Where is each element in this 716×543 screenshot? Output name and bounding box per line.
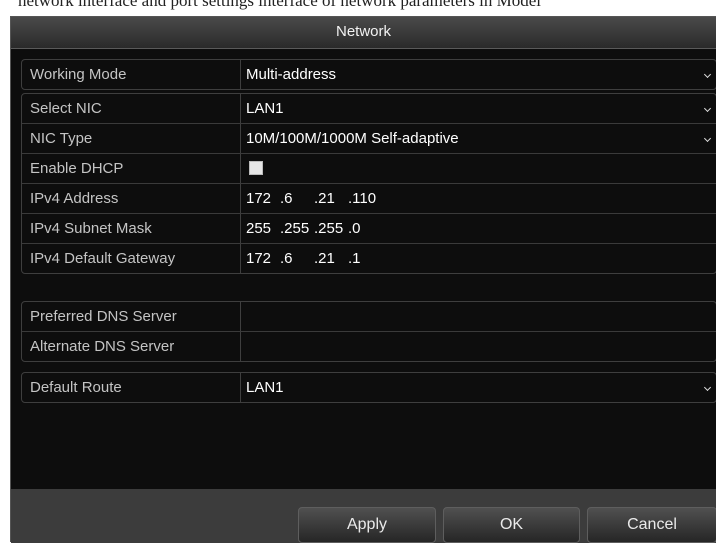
enable-dhcp-row: Enable DHCP (22, 154, 716, 184)
enable-dhcp-checkbox[interactable] (249, 161, 263, 175)
default-route-group: Default Route LAN1 (21, 372, 716, 403)
working-mode-label: Working Mode (22, 60, 241, 89)
select-nic-value: LAN1 (246, 100, 284, 117)
ipv4-subnet-mask-octet-4[interactable]: .0 (348, 214, 361, 243)
dialog-title: Network (11, 17, 716, 49)
enable-dhcp-cell (242, 154, 716, 183)
nic-type-row: NIC Type 10M/100M/1000M Self-adaptive (22, 124, 716, 154)
select-nic-row: Select NIC LAN1 (22, 94, 716, 124)
preferred-dns-input[interactable] (242, 302, 716, 331)
ipv4-default-gateway-label: IPv4 Default Gateway (22, 244, 241, 273)
ipv4-address-octet-2[interactable]: .6 (280, 184, 293, 213)
default-route-select[interactable]: LAN1 (242, 373, 716, 402)
alternate-dns-label: Alternate DNS Server (22, 332, 241, 361)
ipv4-address-input[interactable]: 172 .6 .21 .110 (242, 184, 716, 213)
ipv4-subnet-mask-octet-1[interactable]: 255 (246, 214, 271, 243)
default-route-row: Default Route LAN1 (22, 373, 716, 402)
working-mode-value: Multi-address (246, 66, 337, 83)
ipv4-default-gateway-input[interactable]: 172 .6 .21 .1 (242, 244, 716, 273)
select-nic-label: Select NIC (22, 94, 241, 123)
dns-group: Preferred DNS Server Alternate DNS Serve… (21, 301, 716, 362)
preferred-dns-row: Preferred DNS Server (22, 302, 716, 332)
working-mode-row: Working Mode Multi-address (22, 60, 716, 89)
ipv4-default-gateway-octet-4[interactable]: .1 (348, 244, 361, 273)
ipv4-default-gateway-octet-1[interactable]: 172 (246, 244, 271, 273)
ipv4-subnet-mask-row: IPv4 Subnet Mask 255 .255 .255 .0 (22, 214, 716, 244)
ok-button[interactable]: OK (443, 507, 580, 543)
working-mode-group: Working Mode Multi-address (21, 59, 716, 90)
chevron-down-icon (703, 104, 712, 113)
ipv4-address-octet-4[interactable]: .110 (348, 184, 376, 213)
chevron-down-icon (703, 383, 712, 392)
nic-group: Select NIC LAN1 NIC Type 10M/100M/1000M … (21, 93, 716, 274)
ipv4-default-gateway-row: IPv4 Default Gateway 172 .6 .21 .1 (22, 244, 716, 273)
chevron-down-icon (703, 134, 712, 143)
apply-button[interactable]: Apply (298, 507, 436, 543)
default-route-label: Default Route (22, 373, 241, 402)
ipv4-address-octet-3[interactable]: .21 (314, 184, 335, 213)
default-route-value: LAN1 (246, 379, 284, 396)
ipv4-address-label: IPv4 Address (22, 184, 241, 213)
caption-text: network interface and port settings inte… (18, 0, 542, 10)
ipv4-subnet-mask-octet-2[interactable]: .255 (280, 214, 309, 243)
ipv4-subnet-mask-label: IPv4 Subnet Mask (22, 214, 241, 243)
preferred-dns-label: Preferred DNS Server (22, 302, 241, 331)
ipv4-default-gateway-octet-2[interactable]: .6 (280, 244, 293, 273)
network-dialog: Network Working Mode Multi-address Selec… (10, 16, 716, 543)
enable-dhcp-label: Enable DHCP (22, 154, 241, 183)
ipv4-subnet-mask-input[interactable]: 255 .255 .255 .0 (242, 214, 716, 243)
ipv4-address-octet-1[interactable]: 172 (246, 184, 271, 213)
working-mode-select[interactable]: Multi-address (242, 60, 716, 89)
ipv4-default-gateway-octet-3[interactable]: .21 (314, 244, 335, 273)
cancel-button[interactable]: Cancel (587, 507, 716, 543)
select-nic-select[interactable]: LAN1 (242, 94, 716, 123)
ipv4-address-row: IPv4 Address 172 .6 .21 .110 (22, 184, 716, 214)
nic-type-value: 10M/100M/1000M Self-adaptive (246, 130, 459, 147)
alternate-dns-input[interactable] (242, 332, 716, 361)
chevron-down-icon (703, 70, 712, 79)
nic-type-select[interactable]: 10M/100M/1000M Self-adaptive (242, 124, 716, 153)
ipv4-subnet-mask-octet-3[interactable]: .255 (314, 214, 343, 243)
alternate-dns-row: Alternate DNS Server (22, 332, 716, 361)
nic-type-label: NIC Type (22, 124, 241, 153)
